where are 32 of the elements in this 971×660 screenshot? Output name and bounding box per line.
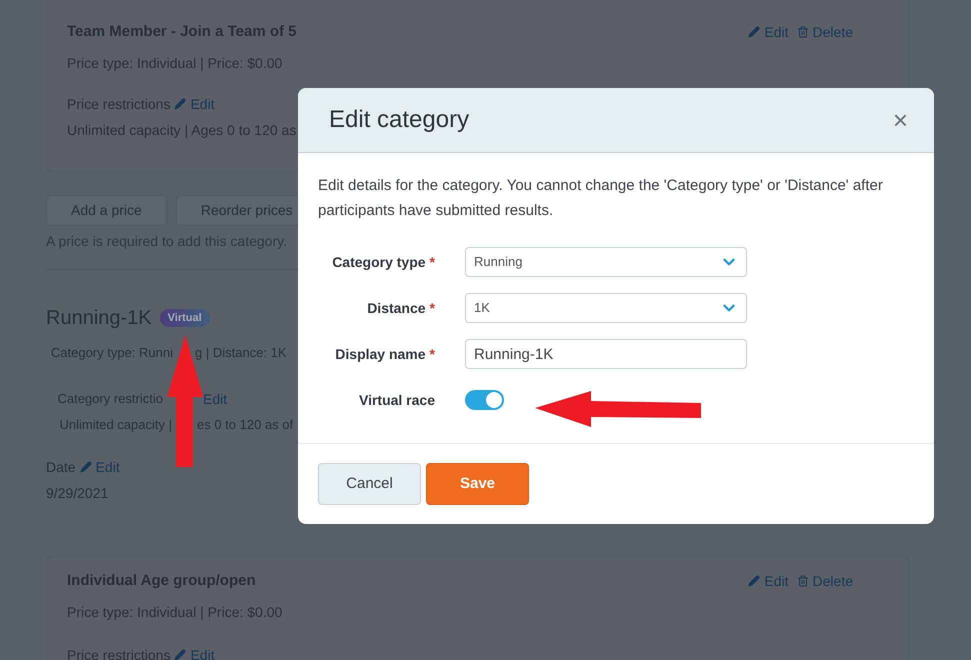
pencil-icon — [748, 575, 760, 587]
edit-link[interactable]: Edit — [764, 570, 789, 592]
required-mark: * — [430, 344, 435, 364]
trash-icon — [796, 575, 809, 587]
dialog-description: Edit details for the category. You cannot change the 'Category type' or 'Distance' after participants have submitted results. — [318, 176, 884, 221]
edit-link[interactable]: Edit — [190, 94, 215, 114]
field-label: Display name — [335, 344, 426, 364]
field-label: Virtual race — [358, 390, 435, 410]
required-mark: * — [430, 252, 435, 272]
edit-link[interactable]: Edit — [96, 456, 120, 478]
delete-link[interactable]: Delete — [812, 570, 853, 592]
save-button[interactable]: Save — [426, 463, 529, 505]
close-button[interactable]: × — [892, 107, 908, 133]
required-mark: * — [430, 298, 435, 318]
toggle-switch[interactable] — [465, 390, 504, 410]
text-field[interactable]: Running-1K — [465, 339, 747, 369]
pencil-icon — [174, 98, 186, 110]
edit-link[interactable]: Edit — [190, 644, 215, 660]
dialog-title: Edit category — [329, 105, 470, 135]
pencil-icon — [748, 26, 760, 38]
virtual-badge: Virtual — [160, 308, 210, 328]
cancel-button[interactable]: Cancel — [318, 463, 421, 505]
delete-link[interactable]: Delete — [812, 22, 853, 42]
trash-icon — [796, 26, 809, 38]
field-label: Category type — [332, 252, 426, 272]
edit-link[interactable]: Edit — [203, 388, 228, 410]
edit-link[interactable]: Edit — [764, 22, 789, 42]
pencil-icon — [80, 461, 92, 473]
select-field[interactable]: Running — [465, 247, 747, 277]
pencil-icon — [174, 649, 186, 660]
field-label: Distance — [367, 298, 426, 318]
select-field[interactable]: 1K — [465, 293, 747, 323]
